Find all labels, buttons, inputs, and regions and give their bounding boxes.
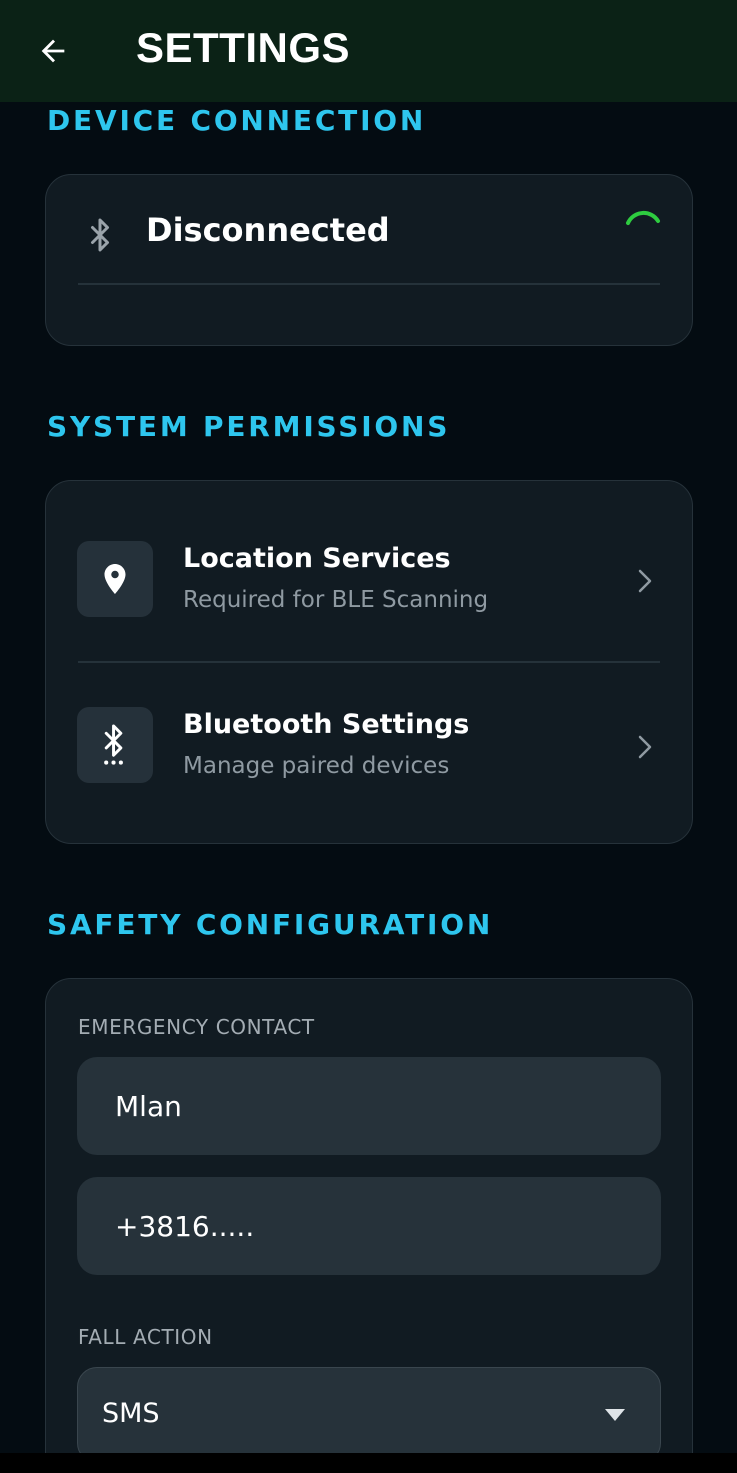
connection-status: Disconnected — [146, 211, 390, 249]
safety-configuration-card: EMERGENCY CONTACT FALL ACTION SMS — [45, 978, 693, 1473]
bluetooth-icon — [76, 211, 124, 259]
fall-action-label: FALL ACTION — [78, 1325, 213, 1349]
card-divider — [78, 283, 660, 285]
bluetooth-settings-row[interactable]: Bluetooth Settings Manage paired devices — [46, 647, 694, 807]
bluetooth-searching-icon — [104, 724, 123, 765]
fall-action-value: SMS — [102, 1398, 160, 1429]
arrow-left-icon — [41, 39, 65, 63]
section-header-safety-configuration: SAFETY CONFIGURATION — [47, 908, 494, 941]
loading-spinner-icon — [626, 210, 660, 225]
back-button[interactable] — [28, 26, 78, 76]
section-header-device-connection: DEVICE CONNECTION — [47, 104, 427, 137]
page-title: SETTINGS — [136, 24, 351, 71]
system-permissions-card: Location Services Required for BLE Scann… — [45, 480, 693, 844]
system-navigation-bar — [0, 1453, 737, 1473]
location-services-row[interactable]: Location Services Required for BLE Scann… — [46, 481, 694, 641]
fall-action-select[interactable]: SMS — [77, 1367, 661, 1463]
chevron-right-icon — [638, 569, 652, 593]
location-services-title: Location Services — [183, 543, 451, 574]
emergency-contact-label: EMERGENCY CONTACT — [78, 1015, 315, 1039]
contact-name-input[interactable] — [77, 1057, 661, 1155]
location-pin-icon — [104, 564, 126, 594]
location-services-subtitle: Required for BLE Scanning — [183, 587, 489, 613]
bluetooth-icon-box — [77, 707, 153, 783]
dropdown-caret-icon — [605, 1409, 625, 1421]
bluetooth-settings-title: Bluetooth Settings — [183, 709, 470, 740]
app-bar: SETTINGS — [0, 0, 737, 102]
section-header-system-permissions: SYSTEM PERMISSIONS — [47, 410, 451, 443]
location-icon-box — [77, 541, 153, 617]
device-connection-card: Disconnected — [45, 174, 693, 346]
bluetooth-settings-subtitle: Manage paired devices — [183, 753, 450, 779]
settings-screen: SETTINGS DEVICE CONNECTION Disconnected … — [0, 0, 737, 1473]
chevron-right-icon — [638, 735, 652, 759]
contact-phone-input[interactable] — [77, 1177, 661, 1275]
